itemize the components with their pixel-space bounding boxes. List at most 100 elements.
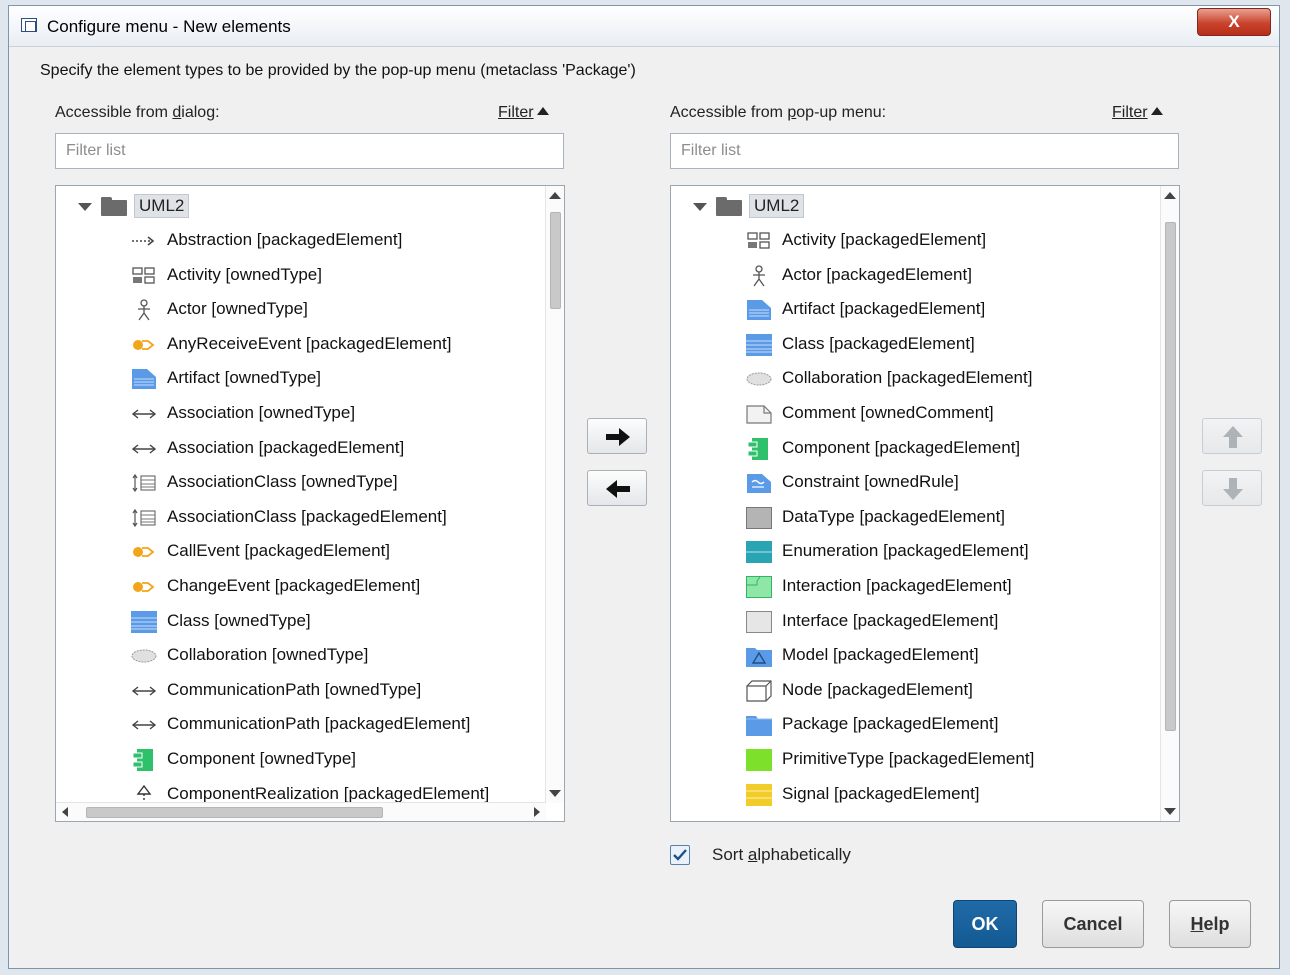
ok-button[interactable]: OK xyxy=(953,900,1017,948)
comment-icon xyxy=(746,403,772,425)
association-icon xyxy=(131,403,157,425)
node-icon xyxy=(746,680,772,702)
tree-item-label: Collaboration [ownedType] xyxy=(167,645,369,665)
tree-item-label: Association [ownedType] xyxy=(167,403,356,422)
right-vertical-scrollbar[interactable] xyxy=(1160,186,1179,821)
association-class-icon xyxy=(131,472,157,494)
left-filter-link[interactable]: Filter xyxy=(498,104,549,122)
window-icon xyxy=(21,18,37,32)
tree-item-label: Interaction [packagedElement] xyxy=(782,576,1012,595)
tree-item-label: Abstraction [packagedElement] xyxy=(167,230,403,249)
help-button[interactable]: Help xyxy=(1169,900,1251,948)
realization-icon xyxy=(131,784,157,803)
collaboration-icon xyxy=(746,368,772,390)
artifact-icon xyxy=(131,368,157,390)
association-class-icon xyxy=(131,507,157,529)
right-panel-label: Accessible from pop-up menu: xyxy=(670,104,887,121)
sort-alphabetically-checkbox[interactable] xyxy=(670,845,690,865)
right-arrow-icon xyxy=(606,428,630,446)
tree-item-label: Comment [ownedComment] xyxy=(782,403,994,422)
scroll-down-arrow-icon[interactable] xyxy=(1164,808,1176,815)
scroll-thumb[interactable] xyxy=(1165,222,1176,731)
signal-icon xyxy=(746,783,772,806)
scroll-up-arrow-icon[interactable] xyxy=(1164,192,1176,199)
artifact-icon xyxy=(746,299,772,321)
tree-item-label: Artifact [packagedElement] xyxy=(782,299,986,319)
close-button[interactable]: X xyxy=(1197,8,1271,36)
scroll-left-arrow-icon[interactable] xyxy=(62,807,68,817)
tree-item-label: Component [ownedType] xyxy=(167,749,357,768)
tree-item-label: Constraint [ownedRule] xyxy=(782,472,959,492)
constraint-icon xyxy=(746,472,772,494)
left-vertical-scrollbar[interactable] xyxy=(545,186,564,803)
title-bar: Configure menu - New elements X xyxy=(9,6,1279,47)
move-up-button[interactable] xyxy=(1202,418,1262,454)
tree-item-label: CallEvent [packagedElement] xyxy=(167,541,391,561)
tree-item-label: Class [ownedType] xyxy=(167,610,311,630)
folder-icon xyxy=(101,197,127,216)
left-tree-root[interactable]: UML2 xyxy=(56,191,546,221)
tree-item-label: Activity [ownedType] xyxy=(167,264,322,284)
scroll-thumb[interactable] xyxy=(550,212,561,309)
tree-item-label: Signal [packagedElement] xyxy=(782,783,980,803)
tree-item-label: Class [packagedElement] xyxy=(782,333,975,353)
checkmark-icon xyxy=(673,849,687,861)
collapse-triangle-icon xyxy=(536,107,549,115)
class-icon xyxy=(746,333,772,356)
tree-item-label: AssociationClass [ownedType] xyxy=(167,472,398,492)
event-icon xyxy=(131,334,157,356)
interaction-icon xyxy=(746,576,772,598)
scroll-down-arrow-icon[interactable] xyxy=(549,790,561,797)
collapse-triangle-icon xyxy=(1150,107,1163,115)
tree-item-label: Package [packagedElement] xyxy=(782,714,999,734)
actor-icon xyxy=(746,264,772,287)
sort-alphabetically-label[interactable]: Sort alphabetically xyxy=(712,845,851,865)
left-root-label: UML2 xyxy=(134,194,190,218)
primitive-type-icon xyxy=(746,749,772,771)
scroll-up-arrow-icon[interactable] xyxy=(549,192,561,199)
tree-item-label: CommunicationPath [ownedType] xyxy=(167,679,422,699)
tree-item-label: Actor [packagedElement] xyxy=(782,264,972,284)
move-down-button[interactable] xyxy=(1202,470,1262,506)
left-arrow-icon xyxy=(606,480,630,498)
right-tree-root[interactable]: UML2 xyxy=(671,191,1161,221)
tree-item-label: Activity [packagedElement] xyxy=(782,230,987,249)
tree-item-label: Model [packagedElement] xyxy=(782,645,979,665)
left-horizontal-scrollbar[interactable] xyxy=(56,802,546,821)
tree-item-label: Node [packagedElement] xyxy=(782,679,973,699)
right-filter-link[interactable]: Filter xyxy=(1112,104,1163,122)
scroll-right-arrow-icon[interactable] xyxy=(534,807,540,817)
interface-icon xyxy=(746,610,772,633)
cancel-button[interactable]: Cancel xyxy=(1042,900,1144,948)
up-arrow-icon xyxy=(1223,426,1243,448)
model-icon xyxy=(746,645,772,668)
component-icon xyxy=(131,749,157,771)
left-filter-input[interactable] xyxy=(55,133,564,169)
tree-item-label: ComponentRealization [packagedElement] xyxy=(167,783,490,803)
tree-item-label: DataType [packagedElement] xyxy=(782,506,1006,526)
tree-item-label: Enumeration [packagedElement] xyxy=(782,541,1029,561)
add-to-menu-button[interactable] xyxy=(587,418,647,454)
folder-icon xyxy=(716,197,742,216)
right-filter-input[interactable] xyxy=(670,133,1179,169)
association-icon xyxy=(131,438,157,460)
remove-from-menu-button[interactable] xyxy=(587,470,647,506)
collaboration-icon xyxy=(131,645,157,667)
datatype-icon xyxy=(746,506,772,529)
activity-icon xyxy=(746,230,772,252)
instruction-text: Specify the element types to be provided… xyxy=(40,62,636,79)
event-icon xyxy=(131,541,157,563)
right-element-tree[interactable]: UML2 Activity [packagedElement] Actor [pa… xyxy=(670,185,1180,822)
expand-arrow-icon[interactable] xyxy=(693,203,707,211)
right-root-label: UML2 xyxy=(749,194,805,218)
tree-item-label: Collaboration [packagedElement] xyxy=(782,368,1033,388)
scroll-thumb[interactable] xyxy=(86,807,383,818)
actor-icon xyxy=(131,299,157,321)
left-element-tree[interactable]: UML2 Abstraction [packagedElement] Activi… xyxy=(55,185,565,822)
tree-item-label: PrimitiveType [packagedElement] xyxy=(782,749,1035,768)
window-title: Configure menu - New elements xyxy=(47,17,291,36)
expand-arrow-icon[interactable] xyxy=(78,203,92,211)
tree-item-label: Component [packagedElement] xyxy=(782,437,1021,457)
left-panel-label: Accessible from dialog: xyxy=(55,104,220,121)
tree-item-label: Association [packagedElement] xyxy=(167,437,405,457)
